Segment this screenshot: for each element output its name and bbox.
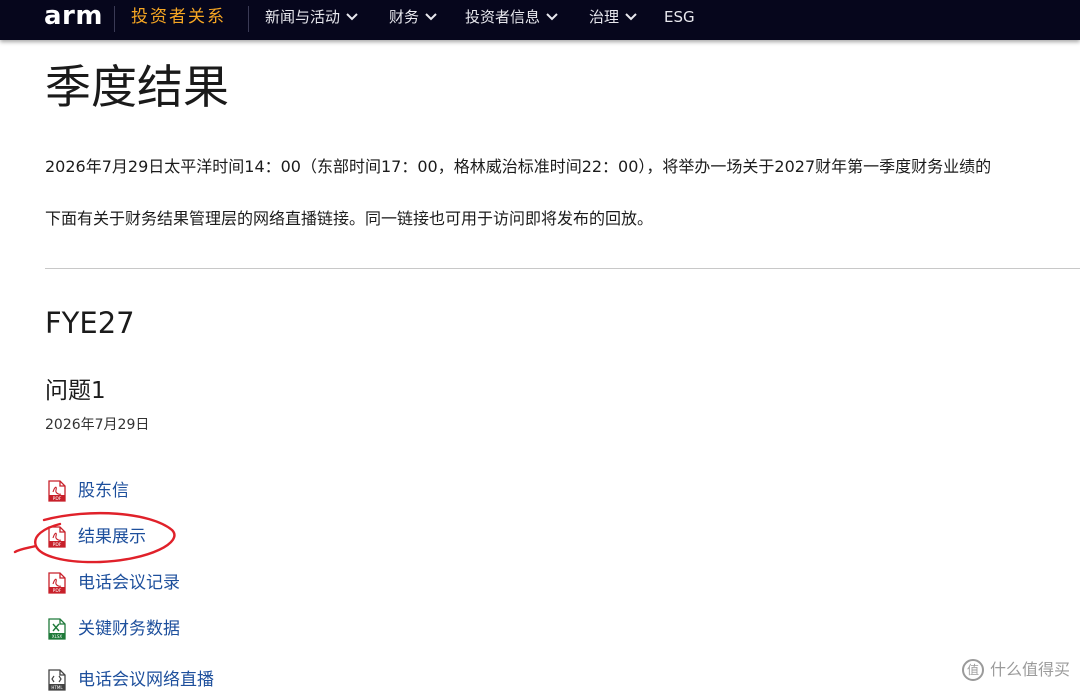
pdf-icon: PDF — [48, 572, 66, 594]
nav-item-esg[interactable]: ESG — [664, 6, 695, 28]
document-link-label: 电话会议网络直播 — [78, 670, 214, 690]
svg-text:HTML: HTML — [51, 685, 63, 690]
document-link-label: 电话会议记录 — [78, 573, 180, 593]
chevron-down-icon — [546, 13, 558, 21]
document-link-label: 结果展示 — [78, 527, 146, 547]
svg-text:PDF: PDF — [53, 496, 62, 502]
investor-relations-title[interactable]: 投资者关系 — [131, 5, 226, 29]
pdf-icon: PDF — [48, 480, 66, 502]
svg-text:PDF: PDF — [53, 542, 62, 548]
svg-text:PDF: PDF — [53, 588, 62, 594]
section-divider — [45, 268, 1080, 269]
nav-item-label: 投资者信息 — [465, 8, 541, 26]
nav-divider — [248, 6, 249, 32]
html-icon: HTML — [48, 669, 66, 691]
document-link-call-webcast[interactable]: HTML 电话会议网络直播 — [48, 668, 214, 692]
nav-item-finance[interactable]: 财务 — [389, 6, 437, 28]
nav-item-investor-info[interactable]: 投资者信息 — [465, 6, 558, 28]
nav-divider — [114, 6, 115, 32]
page-title: 季度结果 — [45, 60, 229, 114]
document-link-call-transcript[interactable]: PDF 电话会议记录 — [48, 571, 180, 595]
top-navigation-bar: arm 投资者关系 新闻与活动 财务 投资者信息 治理 ESG — [0, 0, 1080, 40]
nav-item-label: 治理 — [589, 8, 620, 26]
svg-text:XLSX: XLSX — [52, 634, 63, 639]
issue-date: 2026年7月29日 — [45, 417, 150, 433]
webcast-note-paragraph: 下面有关于财务结果管理层的网络直播链接。同一链接也可用于访问即将发布的回放。 — [45, 209, 654, 228]
chevron-down-icon — [346, 13, 358, 21]
document-link-label: 关键财务数据 — [78, 619, 180, 639]
document-link-key-financial-data[interactable]: XLSX 关键财务数据 — [48, 617, 180, 641]
arm-logo[interactable]: arm — [44, 2, 103, 30]
fiscal-year-heading: FYE27 — [45, 306, 135, 340]
document-link-shareholder-letter[interactable]: PDF 股东信 — [48, 479, 129, 503]
nav-item-news-events[interactable]: 新闻与活动 — [265, 6, 358, 28]
document-link-label: 股东信 — [78, 481, 129, 501]
issue-heading: 问题1 — [45, 378, 106, 404]
nav-item-label: ESG — [664, 8, 695, 26]
intro-paragraph: 2026年7月29日太平洋时间14：00（东部时间17：00，格林威治标准时间2… — [45, 157, 992, 176]
nav-item-label: 财务 — [389, 8, 420, 26]
watermark-logo-icon: 值 — [961, 659, 984, 681]
pdf-icon: PDF — [48, 526, 66, 548]
chevron-down-icon — [425, 13, 437, 21]
xlsx-icon: XLSX — [48, 618, 66, 640]
site-watermark: 值 什么值得买 — [961, 658, 1070, 682]
chevron-down-icon — [625, 13, 637, 21]
document-link-results-presentation[interactable]: PDF 结果展示 — [48, 525, 146, 549]
watermark-text: 什么值得买 — [989, 660, 1070, 679]
nav-item-governance[interactable]: 治理 — [589, 6, 637, 28]
nav-item-label: 新闻与活动 — [265, 8, 341, 26]
